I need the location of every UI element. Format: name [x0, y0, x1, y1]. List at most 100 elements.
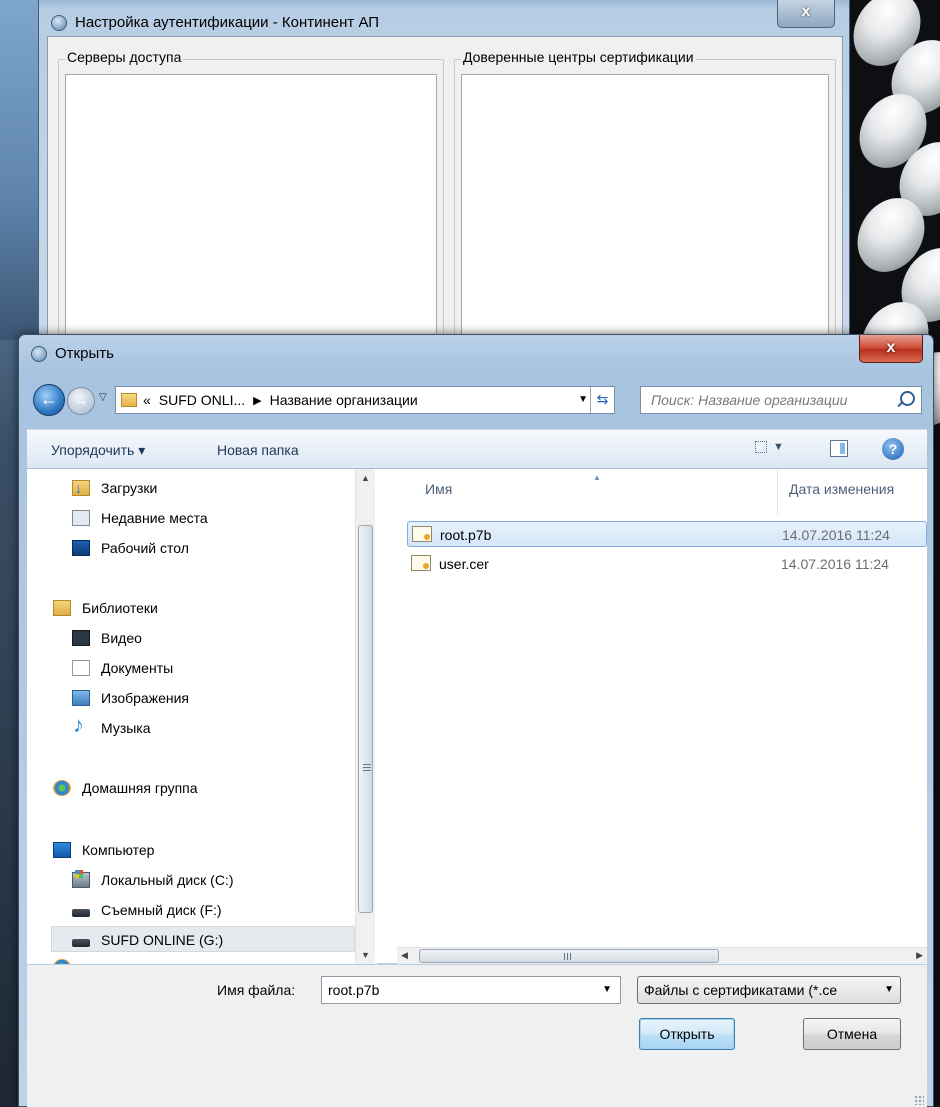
file-list: ▲ Имя Дата изменения root.p7b 14.07.2016… [397, 469, 927, 964]
arrow-right-icon: → [73, 392, 89, 409]
trusted-ca-label: Доверенные центры сертификации [461, 49, 696, 65]
chevron-down-icon[interactable]: ▼ [602, 977, 612, 1003]
organize-button[interactable]: Упорядочить ▾ [51, 442, 145, 459]
nav-item-recent-places[interactable]: Недавние места [27, 505, 355, 531]
open-dialog-close-button[interactable]: x [859, 335, 923, 363]
computer-icon [53, 842, 71, 858]
downloads-icon [72, 475, 90, 501]
auth-settings-close-button[interactable]: x [777, 0, 835, 28]
file-name-value: root.p7b [328, 982, 380, 998]
breadcrumb-organization[interactable]: Название организации [270, 392, 418, 408]
open-button[interactable]: Открыть [639, 1018, 735, 1050]
preview-pane-button[interactable] [830, 440, 848, 457]
help-button[interactable]: ? [882, 438, 904, 460]
recent-places-icon [72, 510, 90, 526]
chevron-down-icon: ▼ [773, 441, 784, 453]
access-servers-label: Серверы доступа [65, 49, 184, 65]
scrollbar-thumb[interactable] [419, 949, 719, 963]
nav-pane-scrollbar[interactable]: ▲ ▼ [355, 469, 375, 964]
scroll-left-icon[interactable]: ◀ [401, 950, 408, 961]
cancel-button[interactable]: Отмена [803, 1018, 901, 1050]
nav-item-libraries[interactable]: Библиотеки [27, 595, 355, 621]
nav-item-music[interactable]: Музыка [27, 712, 355, 741]
command-toolbar: Упорядочить ▾ Новая папка ▼ ? [27, 429, 927, 469]
search-input[interactable]: Поиск: Название организации [640, 386, 922, 414]
dialog-bottom-panel: Имя файла: root.p7b ▼ Файлы с сертификат… [27, 965, 927, 1107]
auth-settings-title-bar: Настройка аутентификации - Континент АП [51, 14, 379, 31]
folder-icon [121, 393, 137, 407]
file-date: 14.07.2016 11:24 [782, 527, 890, 543]
nav-item-label: Видео [101, 630, 142, 646]
dialog-main-area: Загрузки Недавние места Рабочий стол Биб… [27, 469, 927, 964]
nav-item-network-partial[interactable] [27, 955, 355, 964]
forward-button[interactable]: → [67, 387, 95, 415]
open-dialog-title: Открыть [55, 345, 114, 362]
new-folder-button[interactable]: Новая папка [217, 442, 299, 458]
chevron-down-icon[interactable]: ▼ [881, 977, 894, 1003]
nav-item-video[interactable]: Видео [27, 625, 355, 651]
column-header-name[interactable]: Имя [425, 481, 452, 497]
refresh-button[interactable]: ⇆ [590, 387, 614, 413]
nav-item-desktop[interactable]: Рабочий стол [27, 535, 355, 561]
breadcrumb-overflow[interactable]: « [143, 392, 151, 408]
column-header-date[interactable]: Дата изменения [789, 481, 894, 497]
scrollbar-thumb[interactable] [358, 525, 373, 913]
local-disk-icon [72, 870, 90, 888]
nav-item-label: Съемный диск (F:) [101, 902, 222, 918]
address-dropdown-icon[interactable]: ▼ [578, 394, 588, 405]
view-grid-icon [755, 441, 767, 454]
file-row-user-cer[interactable]: user.cer 14.07.2016 11:24 [407, 551, 927, 577]
nav-item-downloads[interactable]: Загрузки [27, 475, 355, 501]
open-file-dialog: Открыть x ← → ▽ « SUFD ONLI... ▶ Названи… [18, 334, 934, 1107]
resize-grip[interactable] [914, 1095, 924, 1105]
recent-locations-dropdown[interactable]: ▽ [99, 392, 107, 403]
scroll-down-icon[interactable]: ▼ [361, 950, 370, 960]
nav-item-label: Музыка [101, 720, 151, 736]
breadcrumb-separator-icon[interactable]: ▶ [253, 394, 261, 407]
search-icon[interactable] [900, 391, 915, 406]
nav-item-documents[interactable]: Документы [27, 655, 355, 681]
refresh-icon: ⇆ [596, 391, 609, 407]
scroll-right-icon[interactable]: ▶ [916, 950, 923, 961]
access-servers-list[interactable] [65, 74, 437, 348]
back-button[interactable]: ← [33, 384, 65, 416]
sort-ascending-icon: ▲ [593, 473, 601, 482]
nav-item-computer[interactable]: Компьютер [27, 837, 355, 863]
arrow-left-icon: ← [40, 389, 58, 409]
file-row-root-p7b[interactable]: root.p7b 14.07.2016 11:24 [407, 521, 927, 547]
nav-item-sufd-online-g[interactable]: SUFD ONLINE (G:) [51, 926, 355, 952]
navigation-bar: ← → ▽ « SUFD ONLI... ▶ Название организа… [33, 383, 923, 417]
nav-item-removable-disk-f[interactable]: Съемный диск (F:) [27, 897, 355, 923]
shield-icon [51, 14, 67, 31]
trusted-ca-list[interactable] [461, 74, 829, 348]
nav-item-images[interactable]: Изображения [27, 685, 355, 711]
shield-icon [31, 345, 47, 362]
address-bar[interactable]: « SUFD ONLI... ▶ Название организации ▼ … [115, 386, 615, 414]
network-icon [53, 959, 71, 964]
removable-disk-icon [72, 909, 90, 917]
trusted-ca-group: Доверенные центры сертификации [454, 49, 836, 349]
file-name-input[interactable]: root.p7b ▼ [321, 976, 621, 1004]
file-name-label: Имя файла: [217, 982, 296, 998]
file-list-horizontal-scrollbar[interactable]: ◀ ▶ [397, 947, 927, 964]
nav-item-label: SUFD ONLINE (G:) [101, 932, 224, 948]
drive-icon [72, 939, 90, 947]
breadcrumb-sufd-online[interactable]: SUFD ONLI... [159, 392, 245, 408]
nav-item-local-disk-c[interactable]: Локальный диск (C:) [27, 867, 355, 893]
auth-settings-window: Настройка аутентификации - Континент АП … [38, 0, 850, 349]
file-type-select[interactable]: Файлы с сертификатами (*.ce ▼ [637, 976, 901, 1004]
file-date: 14.07.2016 11:24 [781, 556, 889, 572]
images-icon [72, 690, 90, 706]
music-icon [72, 712, 90, 738]
libraries-icon [53, 600, 71, 616]
nav-item-label: Локальный диск (C:) [101, 872, 234, 888]
desktop-icon [72, 540, 90, 556]
scroll-up-icon[interactable]: ▲ [361, 473, 370, 483]
nav-item-homegroup[interactable]: Домашняя группа [27, 775, 355, 801]
access-servers-group: Серверы доступа [58, 49, 444, 349]
nav-item-label: Загрузки [101, 480, 158, 496]
auth-settings-body: Серверы доступа Доверенные центры сертиф… [47, 36, 843, 349]
homegroup-icon [53, 780, 71, 796]
nav-item-label: Документы [101, 660, 174, 676]
change-view-button[interactable]: ▼ [755, 441, 791, 459]
